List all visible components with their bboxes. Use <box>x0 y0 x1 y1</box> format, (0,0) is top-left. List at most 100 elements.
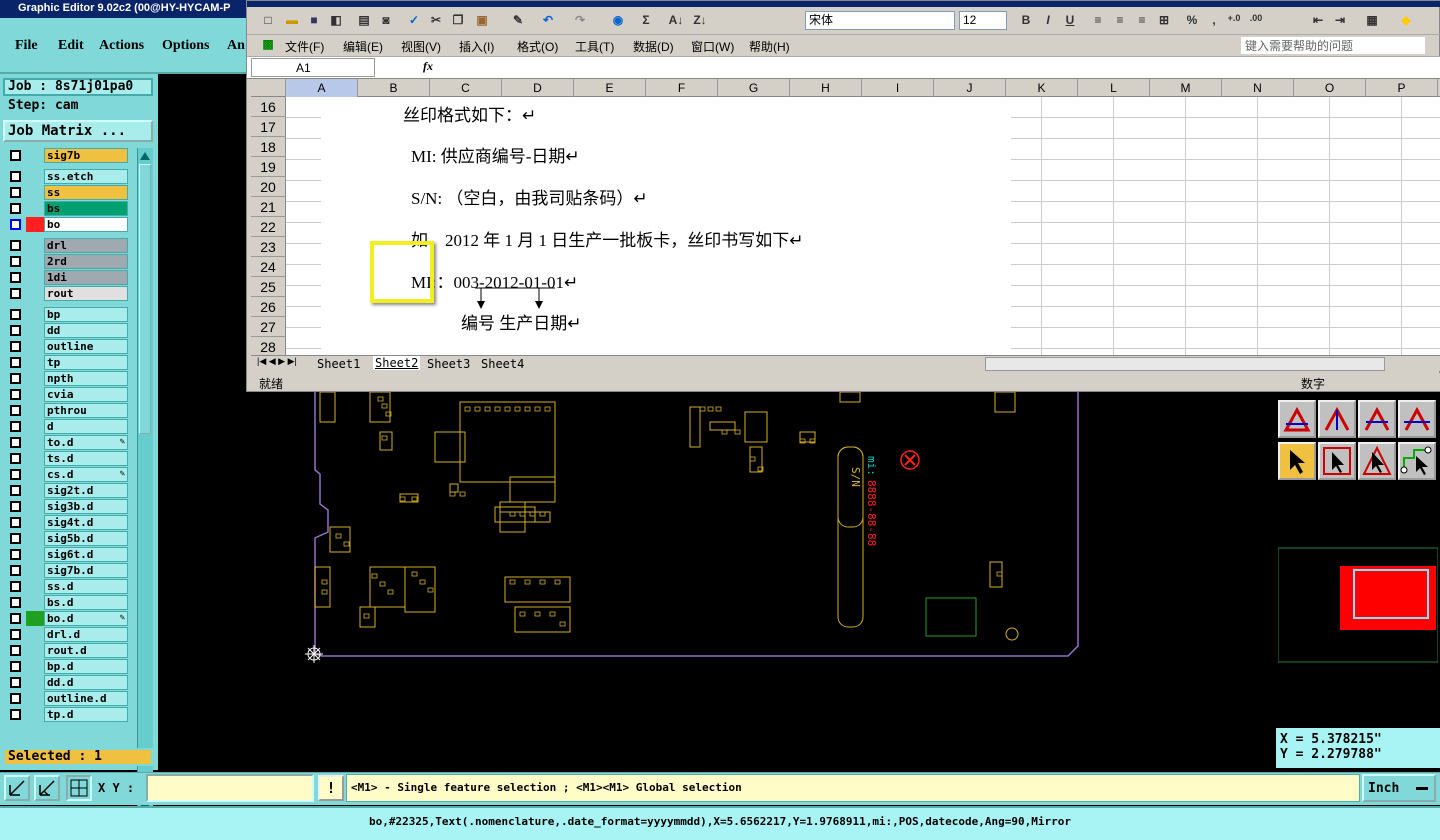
layer-affected-indicator[interactable] <box>26 531 44 546</box>
row-header[interactable]: 25 <box>251 277 286 297</box>
row-header[interactable]: 26 <box>251 297 286 317</box>
layer-row[interactable]: sig4t.d <box>6 515 128 530</box>
layer-affected-indicator[interactable] <box>26 611 44 626</box>
layer-checkbox[interactable] <box>10 661 21 672</box>
layer-row[interactable]: outline.d <box>6 691 128 706</box>
layer-checkbox[interactable] <box>10 469 21 480</box>
column-header[interactable]: M <box>1150 79 1222 97</box>
scroll-up-icon[interactable] <box>140 150 150 160</box>
column-header[interactable]: H <box>790 79 862 97</box>
outdent-icon[interactable]: ⇥ <box>1331 13 1349 29</box>
tab-sheet2[interactable]: Sheet2 <box>373 356 421 370</box>
job-matrix-button[interactable]: Job Matrix ... <box>3 120 153 142</box>
layer-affected-indicator[interactable] <box>26 387 44 402</box>
select-net-tool-button[interactable] <box>1398 442 1436 480</box>
layer-row[interactable]: cvia <box>6 387 128 402</box>
help-search-input[interactable]: 键入需要帮助的问题 <box>1241 37 1425 54</box>
column-header[interactable]: F <box>646 79 718 97</box>
layer-affected-indicator[interactable] <box>26 659 44 674</box>
layer-name[interactable]: bp.d <box>44 659 128 674</box>
formula-input[interactable] <box>443 58 1437 77</box>
layer-affected-indicator[interactable] <box>26 148 44 163</box>
layer-affected-indicator[interactable] <box>26 467 44 482</box>
layer-affected-indicator[interactable] <box>26 238 44 253</box>
layer-affected-indicator[interactable] <box>26 323 44 338</box>
new-icon[interactable]: □ <box>259 13 277 29</box>
layer-row[interactable]: bo.d ✎ <box>6 611 128 626</box>
column-header[interactable]: A <box>286 79 358 97</box>
layer-name[interactable]: cs.d ✎ <box>44 467 128 482</box>
layer-affected-indicator[interactable] <box>26 691 44 706</box>
layer-affected-indicator[interactable] <box>26 419 44 434</box>
layer-checkbox[interactable] <box>10 288 21 299</box>
tab-sheet4[interactable]: Sheet4 <box>481 357 524 371</box>
xl-menu-data[interactable]: 数据(D) <box>633 38 674 55</box>
row-header[interactable]: 17 <box>251 117 286 137</box>
layer-checkbox[interactable] <box>10 517 21 528</box>
menu-analysis[interactable]: An <box>227 38 245 54</box>
layer-affected-indicator[interactable] <box>26 483 44 498</box>
layer-checkbox[interactable] <box>10 341 21 352</box>
layer-name[interactable]: to.d ✎ <box>44 435 128 450</box>
layer-checkbox[interactable] <box>10 357 21 368</box>
layer-checkbox[interactable] <box>10 171 21 182</box>
layer-row[interactable]: sig2t.d <box>6 483 128 498</box>
layer-name[interactable]: dd.d <box>44 675 128 690</box>
layer-checkbox[interactable] <box>10 597 21 608</box>
sort-desc-icon[interactable]: Z↓ <box>691 13 709 29</box>
layer-checkbox[interactable] <box>10 677 21 688</box>
sheet-grid[interactable]: 丝印格式如下：↵ MI: 供应商编号-日期↵ S/N: （空白，由我司贴条码）↵… <box>286 97 1440 355</box>
layer-checkbox[interactable] <box>10 629 21 640</box>
layer-affected-indicator[interactable] <box>26 169 44 184</box>
layer-row[interactable]: rout.d <box>6 643 128 658</box>
indent-icon[interactable]: ⇤ <box>1309 13 1327 29</box>
tool-arc-d-button[interactable] <box>1398 400 1436 438</box>
row-header[interactable]: 18 <box>251 137 286 157</box>
column-header[interactable]: P <box>1366 79 1438 97</box>
layer-checkbox[interactable] <box>10 150 21 161</box>
layer-row[interactable]: sig6t.d <box>6 547 128 562</box>
comma-icon[interactable]: , <box>1205 13 1223 29</box>
layer-name[interactable]: ss <box>44 185 128 200</box>
borders-icon[interactable]: ▦ <box>1363 13 1381 29</box>
layer-checkbox[interactable] <box>10 693 21 704</box>
save-icon[interactable]: ■ <box>305 13 323 29</box>
layer-checkbox[interactable] <box>10 565 21 576</box>
layer-row[interactable]: bo <box>6 217 128 232</box>
pcb-canvas[interactable]: S/N mi: 8888-88-88 <box>160 392 1276 772</box>
column-header[interactable]: L <box>1078 79 1150 97</box>
tool-arc-c-button[interactable] <box>1358 400 1396 438</box>
tab-sheet3[interactable]: Sheet3 <box>427 357 470 371</box>
layer-row[interactable]: ss.d <box>6 579 128 594</box>
print-preview-icon[interactable]: ◙ <box>377 13 395 29</box>
layer-checkbox[interactable] <box>10 581 21 592</box>
layer-name[interactable]: rout.d <box>44 643 128 658</box>
layer-checkbox[interactable] <box>10 405 21 416</box>
layer-checkbox[interactable] <box>10 485 21 496</box>
layer-checkbox[interactable] <box>10 533 21 544</box>
copy-icon[interactable]: ❐ <box>449 13 467 29</box>
tab-sheet1[interactable]: Sheet1 <box>317 357 360 371</box>
layer-name[interactable]: ss.d <box>44 579 128 594</box>
font-size-select[interactable]: 12 <box>959 11 1007 30</box>
align-left-icon[interactable]: ≡ <box>1089 13 1107 29</box>
layer-row[interactable]: tp.d <box>6 707 128 722</box>
menu-options[interactable]: Options <box>162 38 209 54</box>
overview-map[interactable] <box>1278 486 1438 722</box>
layer-name[interactable]: sig7b <box>44 148 128 163</box>
redo-icon[interactable]: ↷ <box>571 13 589 29</box>
layer-name[interactable]: drl <box>44 238 128 253</box>
tool-arc-b-button[interactable] <box>1318 400 1356 438</box>
name-box[interactable]: A1 <box>251 58 375 77</box>
increase-decimal-icon[interactable]: +.0 <box>1225 13 1243 29</box>
row-header[interactable]: 22 <box>251 217 286 237</box>
layer-name[interactable]: outline <box>44 339 128 354</box>
select-tool-button[interactable] <box>1278 442 1316 480</box>
xl-menu-file[interactable]: 文件(F) <box>285 38 324 55</box>
align-center-icon[interactable]: ≡ <box>1111 13 1129 29</box>
column-header[interactable]: N <box>1222 79 1294 97</box>
layer-row[interactable]: bs <box>6 201 128 216</box>
select-poly-tool-button[interactable] <box>1358 442 1396 480</box>
layer-affected-indicator[interactable] <box>26 595 44 610</box>
column-header[interactable]: I <box>862 79 934 97</box>
